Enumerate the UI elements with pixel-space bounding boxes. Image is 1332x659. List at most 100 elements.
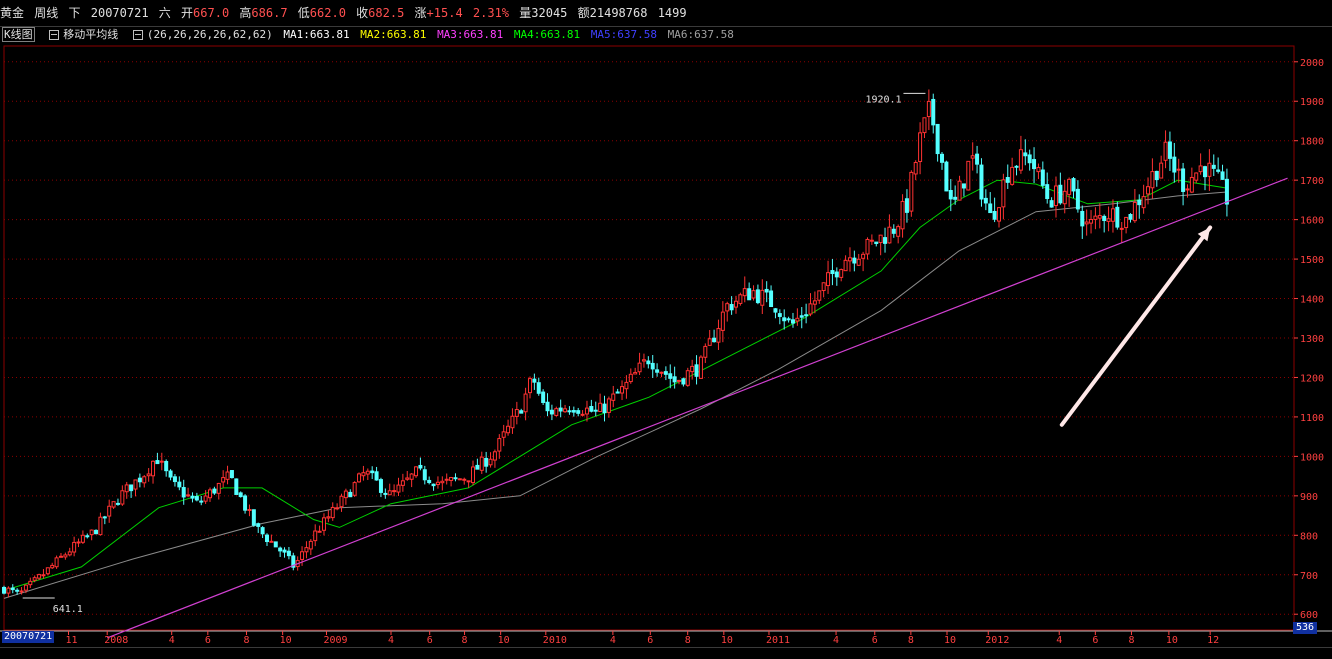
candle-up <box>308 540 313 550</box>
candle-up <box>151 460 156 477</box>
candle-up <box>690 365 695 373</box>
x-tick-label: 2009 <box>324 635 348 646</box>
candle-up <box>620 386 625 394</box>
candle-up <box>957 180 962 201</box>
candle-up <box>633 371 638 375</box>
y-tick-label: 1800 <box>1300 137 1324 148</box>
candle-down <box>260 527 265 535</box>
candle-down <box>1216 169 1221 172</box>
candle-up <box>1146 186 1151 195</box>
candle-up <box>733 300 738 308</box>
candle-down <box>940 153 945 163</box>
candle-up <box>269 540 274 543</box>
axis-layer: 600 700 800 900 1000 1100 1200 1300 1400 1500 1600… <box>66 58 1325 646</box>
candle-up <box>861 253 866 259</box>
candle-up <box>339 495 344 508</box>
candle-down <box>944 161 949 192</box>
moving-average-layer <box>3 179 1227 599</box>
candle-up <box>343 490 348 499</box>
candle-down <box>549 409 554 415</box>
x-tick-label: 8 <box>685 635 691 646</box>
candle-up <box>1089 218 1094 224</box>
candle-up <box>54 557 59 568</box>
candle-down <box>115 502 120 505</box>
candle-up <box>98 516 103 536</box>
x-tick-label: 12 <box>1207 635 1219 646</box>
candle-up <box>641 359 646 362</box>
candle-down <box>370 470 375 474</box>
x-tick-label: 4 <box>388 635 394 646</box>
candle-up <box>23 584 28 591</box>
candle-down <box>282 549 287 553</box>
candle-down <box>1211 164 1216 169</box>
candle-down <box>234 478 239 495</box>
candle-down <box>243 495 248 511</box>
x-tick-label: 6 <box>872 635 878 646</box>
candle-up <box>37 574 42 579</box>
candle-up <box>1093 215 1098 220</box>
candle-down <box>1075 188 1080 210</box>
candle-down <box>712 337 717 343</box>
candle-down <box>883 237 888 244</box>
candle-up <box>449 476 454 481</box>
candle-down <box>348 491 353 498</box>
y-tick-label: 1300 <box>1300 334 1324 345</box>
y-tick-label: 600 <box>1300 610 1318 621</box>
candle-down <box>975 153 980 165</box>
candle-up <box>1198 165 1203 173</box>
candle-down <box>431 483 436 487</box>
candle-down <box>229 470 234 479</box>
candle-down <box>1203 166 1208 178</box>
x-tick-label: 8 <box>244 635 250 646</box>
candle-up <box>133 479 138 490</box>
candle-down <box>129 484 134 492</box>
candle-down <box>378 479 383 493</box>
candle-up <box>45 567 50 575</box>
candle-up <box>760 289 765 306</box>
candle-up <box>457 478 462 481</box>
candle-up <box>107 505 112 517</box>
candle-up <box>317 530 322 533</box>
candle-up <box>221 477 226 483</box>
candle-up <box>203 495 208 502</box>
y-tick-label: 1500 <box>1300 255 1324 266</box>
y-tick-label: 700 <box>1300 571 1318 582</box>
candle-down <box>681 378 686 385</box>
candle-down <box>764 288 769 293</box>
candle-up <box>304 547 309 553</box>
ma-long-line <box>3 191 1227 599</box>
candle-down <box>85 535 90 538</box>
candle-up <box>1084 221 1089 225</box>
candle-up <box>720 311 725 331</box>
candle-down <box>668 373 673 379</box>
candle-down <box>799 315 804 318</box>
candle-up <box>1185 188 1190 191</box>
candle-down <box>655 369 660 373</box>
candle-down <box>755 289 760 304</box>
candle-up <box>471 466 476 484</box>
candle-down <box>94 529 99 535</box>
candle-up <box>887 226 892 244</box>
candle-up <box>812 300 817 305</box>
candle-down <box>532 378 537 383</box>
candle-down <box>453 477 458 480</box>
candle-down <box>1071 178 1076 192</box>
candle-down <box>650 362 655 370</box>
candle-up <box>6 587 11 594</box>
candle-down <box>1220 171 1225 180</box>
candle-down <box>979 164 984 200</box>
candle-up <box>186 494 191 497</box>
candlestick-chart[interactable]: 1920.1 641.1 600 700 800 900 1000 1100 1200 1300… <box>0 0 1332 658</box>
y-tick-label: 1900 <box>1300 97 1324 108</box>
cursor-price-box: 536 <box>1293 622 1318 634</box>
candle-down <box>168 470 173 478</box>
candle-up <box>510 415 515 429</box>
candle-down <box>251 509 256 526</box>
x-tick-label: 10 <box>280 635 292 646</box>
candle-up <box>300 551 305 560</box>
candle-down <box>589 406 594 412</box>
candle-up <box>247 508 252 511</box>
candle-down <box>615 391 620 394</box>
candle-down <box>264 534 269 543</box>
candle-up <box>462 478 467 481</box>
